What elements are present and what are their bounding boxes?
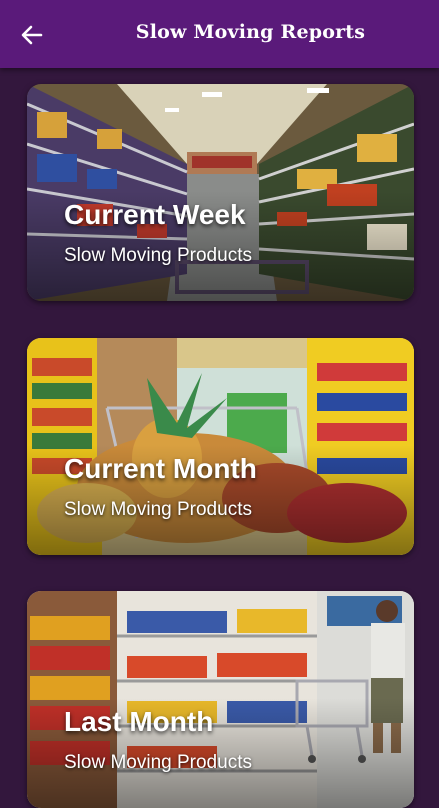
report-card-current-month[interactable]: Current Month Slow Moving Products xyxy=(27,338,414,555)
page-title: Slow Moving Reports xyxy=(135,21,366,43)
card-subtitle: Slow Moving Products xyxy=(64,245,252,266)
card-heading: Current Week xyxy=(64,199,246,230)
card-heading: Current Month xyxy=(64,453,257,484)
card-heading: Last Month xyxy=(64,706,214,737)
report-card-last-month[interactable]: Last Month Slow Moving Products xyxy=(27,591,414,808)
card-subtitle: Slow Moving Products xyxy=(64,499,252,520)
report-card-current-week[interactable]: Current Week Slow Moving Products xyxy=(27,84,414,301)
app-bar: Slow Moving Reports xyxy=(0,0,439,68)
card-subtitle: Slow Moving Products xyxy=(64,752,252,773)
